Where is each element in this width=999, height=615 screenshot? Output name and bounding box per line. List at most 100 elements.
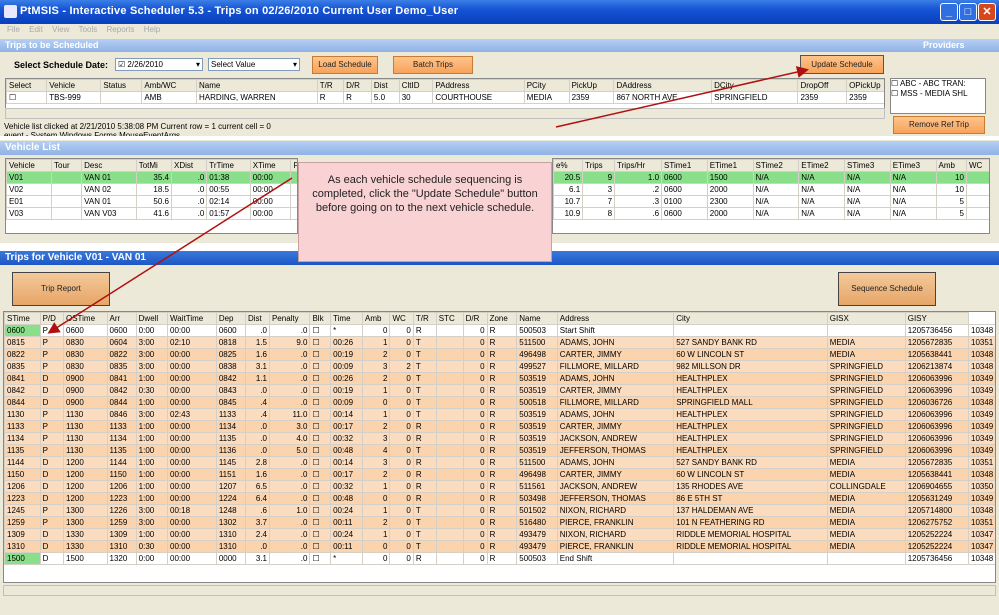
schedule-row[interactable]: 0815 P 0830 0604 3:00 02:10 0818 1.5 9.0 ☐ 00:26 1 0… [4, 336, 995, 349]
cell: 1206063996 [904, 444, 970, 457]
block-checkbox[interactable]: ☐ [309, 372, 332, 385]
cell: 1 [362, 504, 391, 517]
vehicle-row[interactable]: 10.7 7.3 0100 2300 N/A N/A N/A N/A 5 [553, 195, 989, 208]
block-checkbox[interactable]: ☐ [309, 360, 332, 373]
schedule-row[interactable]: 1144 D 1200 1144 1:00 00:00 1145 2.8.0 ☐ 00:14 3 0 R… [4, 456, 995, 469]
cell: 0 [389, 516, 414, 529]
block-checkbox[interactable]: ☐ [309, 540, 332, 553]
cell: 1 [362, 480, 391, 493]
sequence-schedule-button[interactable]: Sequence Schedule [838, 272, 936, 306]
cell: 1245 [4, 504, 41, 517]
cell: 0 [462, 528, 488, 541]
block-checkbox[interactable]: ☐ [309, 420, 332, 433]
schedule-row[interactable]: 0600 P 0600 0600 0:00 00:00 0600.0.0 ☐ * 0 0 R 0 R 500… [4, 324, 995, 337]
block-checkbox[interactable]: ☐ [309, 396, 332, 409]
vehicle-row[interactable]: V02 VAN 02 18.5.0 00:55 00:00 [6, 183, 297, 196]
schedule-row[interactable]: 1500 D 1500 1320 0:00 00:00 0000 3.1.0 ☐ * 0 0 R 0 R 50… [4, 552, 995, 565]
cell: N/A [844, 171, 891, 184]
schedule-row[interactable]: 1309 D 1330 1309 1:00 00:00 1310 2.4.0 ☐ 00:24 1 0 T… [4, 528, 995, 541]
trip-row[interactable]: ☐ TBS-999 AMB HARDING, WARREN R R 5.0 30 COURTHO… [6, 91, 884, 104]
cell: D [39, 456, 65, 469]
column-header: Amb/WC [141, 79, 198, 92]
block-checkbox[interactable]: ☐ [309, 444, 332, 457]
schedule-row[interactable]: 0841 D 0900 0841 1:00 00:00 0842 1.1.0 ☐ 00:26 2 0 T… [4, 372, 995, 385]
providers-label: Providers [923, 40, 965, 50]
vehicle-row[interactable]: E01 VAN 01 50.6.0 02:14 00:00 [6, 195, 297, 208]
select-checkbox[interactable]: ☐ [6, 91, 48, 104]
cell: HEALTHPLEX [673, 420, 828, 433]
schedule-row[interactable]: 0835 P 0830 0835 3:00 00:00 0838 3.1.0 ☐ 00:09 3 2 T… [4, 360, 995, 373]
vehicle-row[interactable]: 20.5 9 1.0 0600 1500 N/A N/A N/A N/A 10 [553, 171, 989, 184]
cell: 5 [935, 207, 967, 220]
cell: 00:00 [167, 396, 217, 409]
schedule-row[interactable]: 1133 P 1130 1133 1:00 00:00 1134.0 3.0 ☐ 00:17 2 0 R… [4, 420, 995, 433]
trip-report-button[interactable]: Trip Report [12, 272, 110, 306]
cell: 00:00 [249, 183, 292, 196]
block-checkbox[interactable]: ☐ [309, 324, 332, 337]
cell: 1:00 [135, 528, 169, 541]
provider-item[interactable]: ☐ MSS - MEDIA SHL [891, 89, 985, 99]
block-checkbox[interactable]: ☐ [309, 336, 332, 349]
column-header: WC [965, 159, 989, 172]
block-checkbox[interactable]: ☐ [309, 528, 332, 541]
block-checkbox[interactable]: ☐ [309, 384, 332, 397]
schedule-row[interactable]: 1135 P 1130 1135 1:00 00:00 1136.0 5.0 ☐ 00:48 4 0 T… [4, 444, 995, 457]
block-checkbox[interactable]: ☐ [309, 492, 332, 505]
block-checkbox[interactable]: ☐ [309, 456, 332, 469]
select-value-dropdown[interactable]: Select Value ▾ [208, 58, 300, 71]
block-checkbox[interactable]: ☐ [309, 552, 332, 565]
cell: .6 [614, 207, 663, 220]
menu-view[interactable]: View [52, 25, 69, 34]
cell: 0 [462, 408, 488, 421]
cell: 867 NORTH AVE [613, 91, 713, 104]
cell [435, 468, 464, 481]
schedule-row[interactable]: 1130 P 1130 0846 3:00 02:43 1133.4 11.0 ☐ 00:14 1 0… [4, 408, 995, 421]
schedule-row[interactable]: 1150 D 1200 1150 1:00 00:00 1151 1.6.0 ☐ 00:17 2 0 R… [4, 468, 995, 481]
block-checkbox[interactable]: ☐ [309, 408, 332, 421]
batch-trips-button[interactable]: Batch Trips [393, 56, 473, 74]
block-checkbox[interactable]: ☐ [309, 504, 332, 517]
vehicle-row[interactable]: V03 VAN V03 41.6.0 01:57 00:00 [6, 207, 297, 220]
cell: 1135 [215, 432, 246, 445]
menu-edit[interactable]: Edit [29, 25, 43, 34]
cell: 00:00 [167, 348, 217, 361]
schedule-row[interactable]: 0842 D 0900 0842 0:30 00:00 0843.0.0 ☐ 00:19 1 0 T 0… [4, 384, 995, 397]
block-checkbox[interactable]: ☐ [309, 348, 332, 361]
schedule-row[interactable]: 0822 P 0830 0822 3:00 00:00 0825 1.6.0 ☐ 00:19 2 0 T… [4, 348, 995, 361]
block-checkbox[interactable]: ☐ [309, 432, 332, 445]
cell: P [39, 408, 65, 421]
update-schedule-button[interactable]: Update Schedule [800, 55, 884, 74]
menu-tools[interactable]: Tools [79, 25, 98, 34]
block-checkbox[interactable]: ☐ [309, 516, 332, 529]
vehicle-row[interactable]: V01 VAN 01 35.4.0 01:38 00:00 [6, 171, 297, 184]
provider-item[interactable]: ☐ ABC - ABC TRAN: [891, 79, 985, 89]
schedule-row[interactable]: 1134 P 1130 1134 1:00 00:00 1135.0 4.0 ☐ 00:32 3 0 R… [4, 432, 995, 445]
vehicle-row[interactable]: 6.1 3.2 0600 2000 N/A N/A N/A N/A 10 [553, 183, 989, 196]
schedule-row[interactable]: 1310 D 1330 1310 0:30 00:00 1310.0.0 ☐ 00:11 0 0 T 0… [4, 540, 995, 553]
cell: 501502 [516, 504, 558, 517]
cell: ADAMS, JOHN [556, 456, 675, 469]
cell: 503519 [516, 408, 558, 421]
schedule-date-picker[interactable]: ☑ 2/26/2010 ▾ [115, 58, 203, 71]
close-button[interactable]: ✕ [978, 3, 996, 21]
trips-grid-header: Select Vehicle Status Amb/WC Name T/R D/R Dist C… [6, 79, 884, 92]
block-checkbox[interactable]: ☐ [309, 468, 332, 481]
schedule-horizontal-scrollbar[interactable] [3, 585, 996, 596]
schedule-row[interactable]: 1259 P 1300 1259 3:00 00:00 1302 3.7.0 ☐ 00:11 2 0 T… [4, 516, 995, 529]
cell: 1151 [215, 468, 246, 481]
schedule-row[interactable]: 1245 P 1300 1226 3:00 00:18 1248.6 1.0 ☐ 00:24 1 0 T… [4, 504, 995, 517]
minimize-button[interactable]: _ [940, 3, 958, 21]
trips-horizontal-scrollbar[interactable] [5, 108, 885, 119]
remove-ref-trip-button[interactable]: Remove Ref Trip [893, 116, 985, 134]
cell: 0842 [106, 384, 137, 397]
block-checkbox[interactable]: ☐ [309, 480, 332, 493]
menu-help[interactable]: Help [144, 25, 160, 34]
vehicle-row[interactable]: 10.9 8.6 0600 2000 N/A N/A N/A N/A 5 [553, 207, 989, 220]
menu-reports[interactable]: Reports [107, 25, 135, 34]
schedule-row[interactable]: 1206 D 1200 1206 1:00 00:00 1207 6.5.0 ☐ 00:32 1 0 R… [4, 480, 995, 493]
schedule-row[interactable]: 1223 D 1200 1223 1:00 00:00 1224 6.4.0 ☐ 00:48 0 0 R… [4, 492, 995, 505]
schedule-row[interactable]: 0844 D 0900 0844 1:00 00:00 0845.4.0 ☐ 00:09 0 0 T 0… [4, 396, 995, 409]
load-schedule-button[interactable]: Load Schedule [312, 56, 378, 74]
maximize-button[interactable]: □ [959, 3, 977, 21]
menu-file[interactable]: File [7, 25, 20, 34]
